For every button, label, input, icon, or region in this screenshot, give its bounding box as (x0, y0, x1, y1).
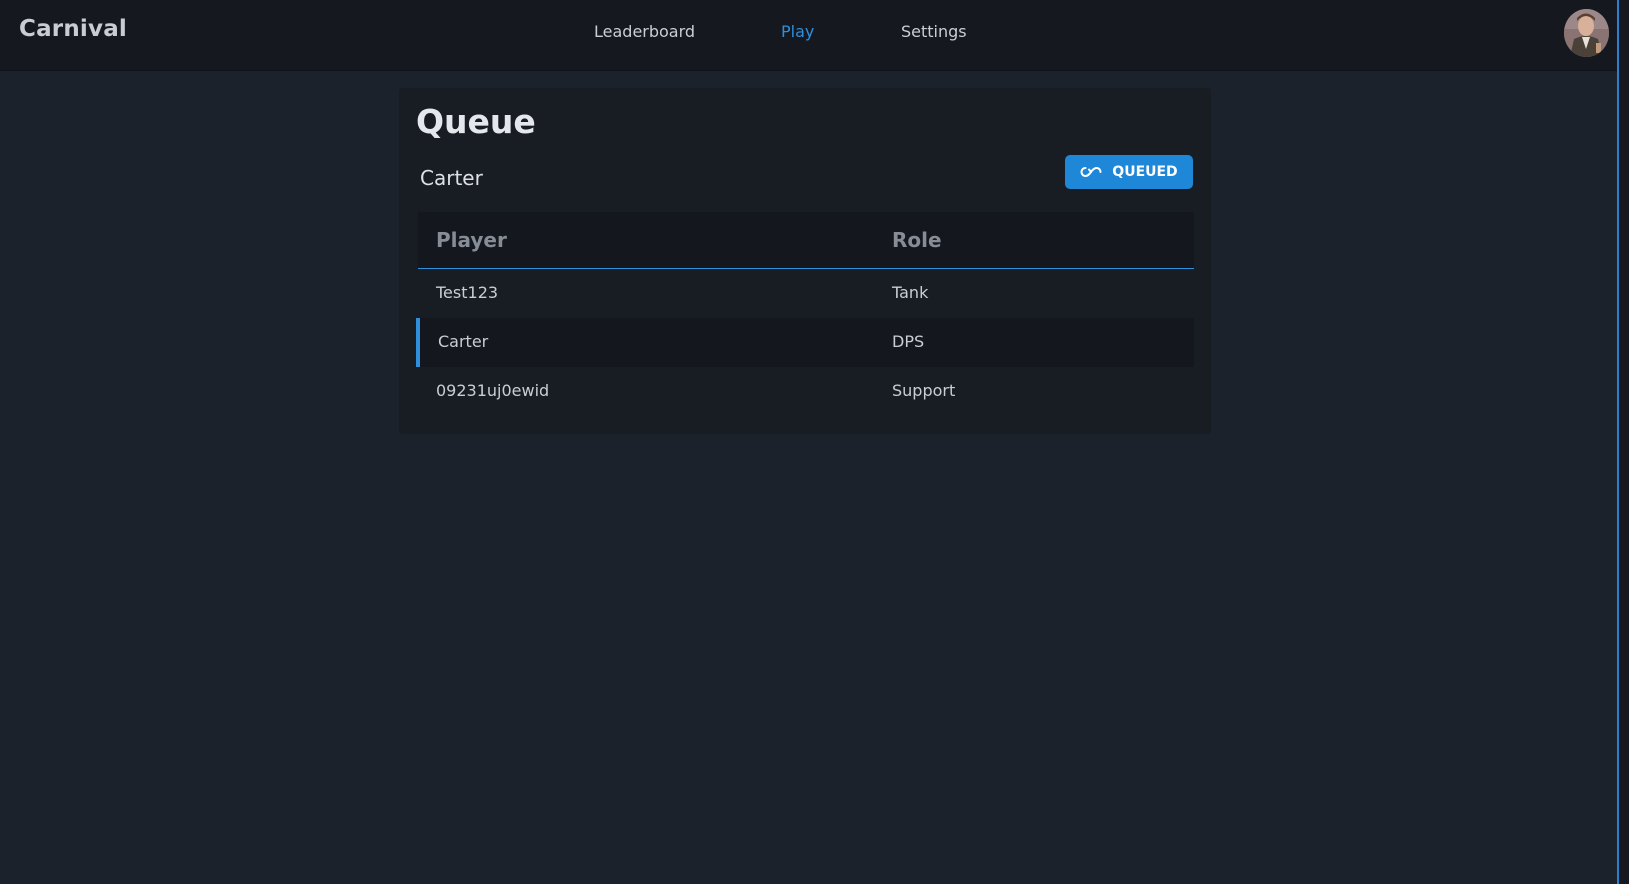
player-role: Support (892, 381, 956, 400)
brand-logo[interactable]: Carnival (19, 16, 127, 42)
page-title: Queue (416, 102, 536, 141)
queued-status-label: QUEUED (1112, 164, 1178, 180)
queued-status-button[interactable]: QUEUED (1065, 155, 1193, 189)
nav-link-settings[interactable]: Settings (901, 22, 967, 41)
scrollbar-track[interactable] (1619, 0, 1629, 884)
queue-card: Queue Carter QUEUED Player Role Test123 … (399, 88, 1211, 434)
player-name: Carter (438, 332, 489, 351)
nav-link-leaderboard[interactable]: Leaderboard (594, 22, 695, 41)
column-header-role: Role (892, 228, 942, 252)
top-navbar: Carnival Leaderboard Play Settings (0, 0, 1617, 71)
user-avatar[interactable] (1564, 9, 1609, 57)
table-row[interactable]: 09231uj0ewid Support (418, 367, 1194, 416)
player-role: DPS (892, 332, 925, 351)
nav-link-play[interactable]: Play (781, 22, 814, 41)
avatar-image (1564, 9, 1609, 57)
table-row[interactable]: Test123 Tank (418, 269, 1194, 318)
table-header: Player Role (418, 212, 1194, 269)
current-user-indicator (416, 318, 420, 367)
column-header-player: Player (436, 228, 507, 252)
infinity-icon (1080, 166, 1102, 178)
queue-table: Player Role Test123 Tank Carter DPS 0923… (416, 212, 1194, 416)
player-name: Test123 (436, 283, 499, 302)
queue-username: Carter (420, 166, 483, 190)
player-role: Tank (892, 283, 929, 302)
table-row-current-user[interactable]: Carter DPS (416, 318, 1194, 367)
player-name: 09231uj0ewid (436, 381, 550, 400)
